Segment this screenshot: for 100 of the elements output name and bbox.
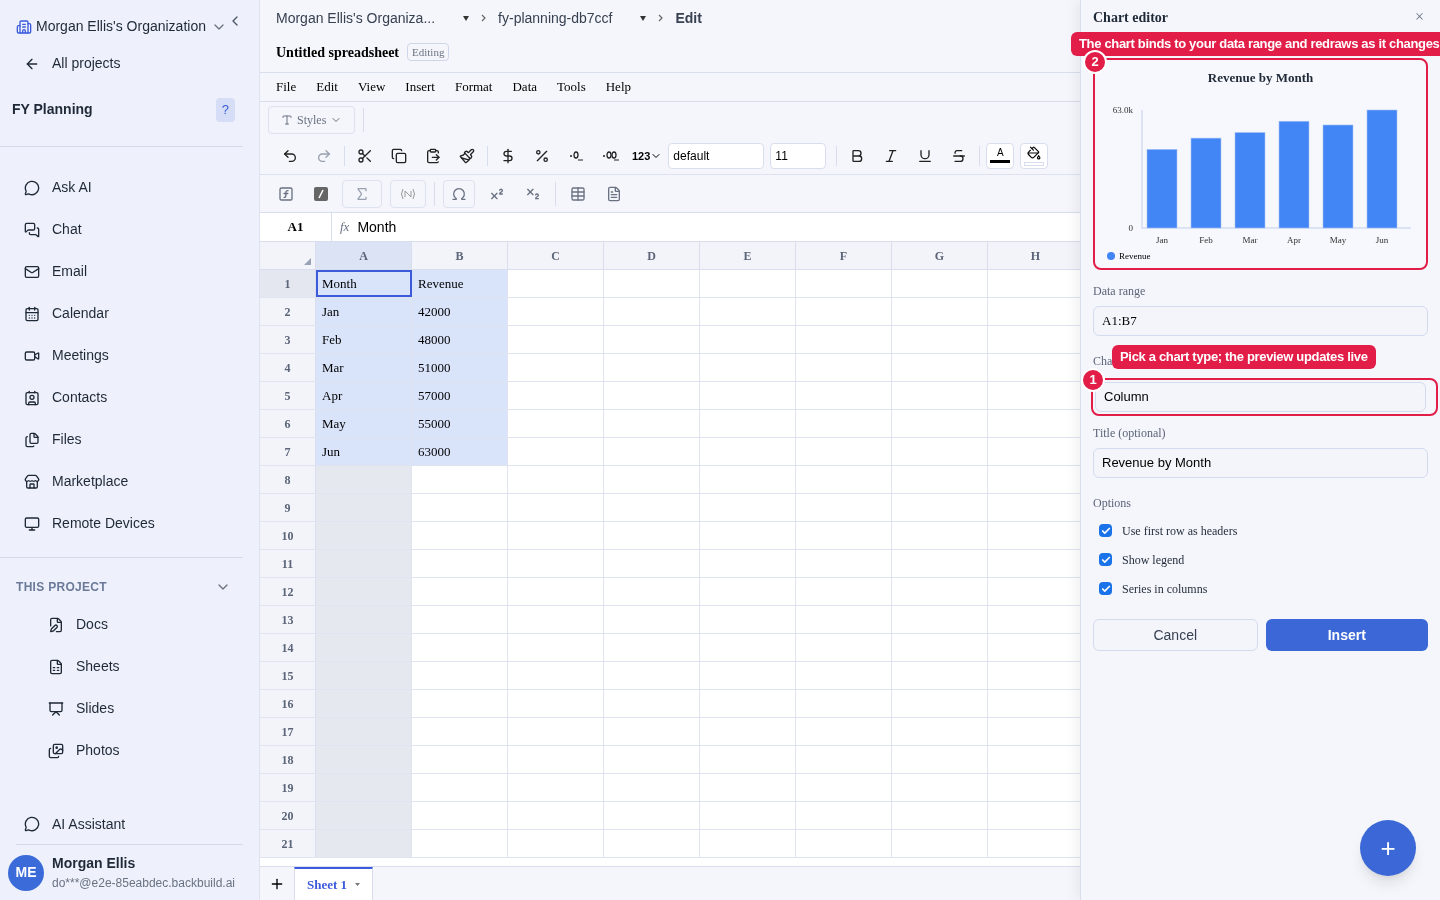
axis-category-label: Jan	[1156, 234, 1168, 245]
project-item[interactable]: Docs	[0, 603, 259, 646]
styles-dropdown[interactable]: Styles	[268, 106, 356, 134]
axis-tick-label: 0	[1128, 222, 1133, 233]
row-header[interactable]: 12	[260, 578, 316, 605]
text-color-button[interactable]: A	[986, 143, 1015, 169]
breadcrumb[interactable]: Edit	[675, 7, 702, 29]
checkbox[interactable]	[1099, 553, 1112, 566]
sidebar-item[interactable]: Files	[0, 418, 259, 461]
axis-tick-label: 63.0k	[1112, 104, 1133, 115]
nav-icon	[24, 305, 40, 322]
row-header[interactable]: 3	[260, 326, 316, 353]
close-button[interactable]: ×	[1414, 5, 1424, 29]
table-cell: May	[316, 410, 412, 437]
axis-category-label: Apr	[1287, 234, 1301, 245]
help-button[interactable]: ?	[215, 98, 235, 122]
add-button[interactable]: +	[1360, 820, 1416, 876]
sidebar-item[interactable]: Calendar	[0, 292, 259, 335]
table-cell: 55000	[412, 410, 508, 437]
chevron-right-icon	[481, 14, 487, 22]
row-header[interactable]: 1	[260, 270, 316, 297]
ai-assistant-item[interactable]: AI Assistant	[0, 804, 259, 844]
row-header[interactable]: 6	[260, 410, 316, 437]
sheet-column-heading[interactable]: C	[508, 242, 604, 269]
menu-item[interactable]: View	[357, 77, 386, 97]
table-cell: Jan	[316, 298, 412, 325]
axis-category-label: Feb	[1199, 234, 1213, 245]
menu-item[interactable]: Tools	[557, 77, 586, 97]
row-header[interactable]: 15	[260, 662, 316, 689]
menu-item[interactable]: Insert	[405, 77, 435, 97]
table-cell: 48000	[412, 326, 508, 353]
sheet-column-heading[interactable]: E	[700, 242, 796, 269]
row-header[interactable]: 11	[260, 550, 316, 577]
sidebar-item[interactable]: Contacts	[0, 376, 259, 419]
table-cell: Apr	[316, 382, 412, 409]
breadcrumb[interactable]: Morgan Ellis's Organiza...	[276, 7, 436, 29]
building-icon	[16, 18, 32, 35]
sheet-column-heading[interactable]: D	[604, 242, 700, 269]
sidebar-item[interactable]: Ask AI	[0, 166, 259, 209]
option-label: Series in columns	[1122, 580, 1208, 598]
formula-field[interactable]: Month	[357, 216, 1080, 238]
row-header[interactable]: 19	[260, 774, 316, 801]
sheet-tab[interactable]: Sheet 1	[294, 867, 374, 900]
row-header[interactable]: 13	[260, 606, 316, 633]
document-title[interactable]: Untitled spreadsheet	[276, 41, 400, 63]
insert-button[interactable]: Insert	[1265, 619, 1428, 651]
sidebar-item[interactable]: Marketplace	[0, 460, 259, 503]
callout-tooltip: The chart binds to your data range and redraws as it changes	[1071, 32, 1440, 56]
sidebar-item[interactable]: Meetings	[0, 334, 259, 377]
row-header[interactable]: 5	[260, 382, 316, 409]
organization-name[interactable]: Morgan Ellis's Organization	[36, 16, 206, 37]
sheet-column-heading[interactable]: G	[892, 242, 988, 269]
row-header[interactable]: 20	[260, 802, 316, 829]
cancel-button[interactable]: Cancel	[1093, 619, 1258, 651]
menu-item[interactable]: Format	[454, 77, 493, 97]
title-field[interactable]: Revenue by Month	[1093, 448, 1428, 478]
row-header[interactable]: 17	[260, 718, 316, 745]
row-header[interactable]: 7	[260, 438, 316, 465]
dropdown-triangle-icon[interactable]	[463, 15, 470, 21]
step-number-badge: 2	[1083, 50, 1107, 74]
user-avatar[interactable]: ME	[8, 854, 44, 891]
sheet-column-heading[interactable]: B	[412, 242, 508, 269]
sidebar-item[interactable]: Remote Devices	[0, 502, 259, 545]
sheet-column-heading[interactable]: F	[796, 242, 892, 269]
row-header[interactable]: 4	[260, 354, 316, 381]
row-header[interactable]: 9	[260, 494, 316, 521]
data-range-field[interactable]: A1:B7	[1093, 306, 1428, 336]
all-projects-link[interactable]: All projects	[0, 45, 259, 82]
sidebar-item[interactable]: Chat	[0, 208, 259, 251]
row-header[interactable]: 16	[260, 690, 316, 717]
row-header[interactable]: 10	[260, 522, 316, 549]
project-item[interactable]: Photos	[0, 729, 259, 772]
paint-bucket-icon	[1027, 146, 1042, 160]
menu-item[interactable]: File	[276, 77, 297, 97]
row-header[interactable]: 2	[260, 298, 316, 325]
row-header[interactable]: 21	[260, 830, 316, 857]
dropdown-triangle-icon[interactable]	[640, 15, 647, 21]
number-format-dropdown[interactable]: 123	[632, 147, 663, 165]
breadcrumb[interactable]: fy-planning-db7ccf	[498, 7, 613, 29]
sheet-column-heading[interactable]: A	[316, 242, 412, 269]
project-item[interactable]: Sheets	[0, 645, 259, 688]
menu-item[interactable]: Help	[605, 77, 631, 97]
nav-icon	[24, 221, 40, 238]
font-size-field[interactable]: 11	[770, 143, 827, 169]
fill-color-button[interactable]	[1020, 143, 1049, 169]
project-item[interactable]: Slides	[0, 687, 259, 730]
sidebar-item[interactable]: Email	[0, 250, 259, 293]
menu-item[interactable]: Data	[512, 77, 537, 97]
font-field[interactable]: default	[668, 143, 765, 169]
special-character-icon[interactable]	[443, 179, 475, 208]
cell-reference[interactable]: A1	[260, 213, 332, 241]
option-label: Show legend	[1122, 551, 1185, 569]
checkbox[interactable]	[1099, 582, 1112, 595]
row-header[interactable]: 18	[260, 746, 316, 773]
menu-item[interactable]: Edit	[316, 77, 338, 97]
row-header[interactable]: 14	[260, 634, 316, 661]
axis-category-label: Jun	[1375, 234, 1389, 245]
table-cell: Month	[316, 270, 412, 297]
row-header[interactable]: 8	[260, 466, 316, 493]
checkbox[interactable]	[1099, 524, 1112, 537]
